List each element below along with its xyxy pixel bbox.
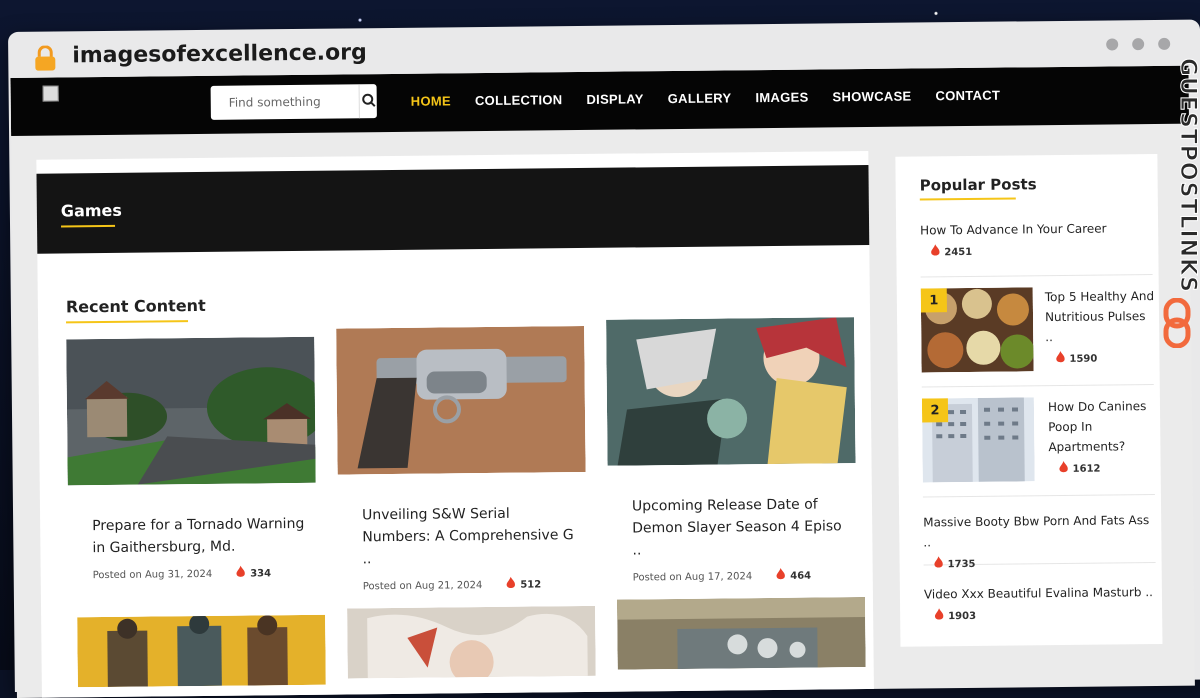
popular-post-item[interactable]: How To Advance In Your Career 2451: [920, 218, 1153, 278]
category-title: Games: [60, 200, 122, 221]
post-views: 464: [776, 567, 811, 584]
browser-window: imagesofexcellence.org HOME COLLECTION D…: [8, 19, 1200, 698]
page-viewport: HOME COLLECTION DISPLAY GALLERY IMAGES S…: [10, 65, 1195, 698]
fire-icon: [1059, 460, 1069, 477]
popular-post-views: 1903: [934, 606, 1156, 624]
category-header: Games: [36, 164, 870, 254]
main-content: Games Recent Content Prepare for a Torna…: [36, 150, 875, 698]
post-meta: Posted on Aug 17, 2024 464: [633, 567, 857, 585]
post-views: 334: [236, 565, 271, 581]
post-thumbnail[interactable]: [66, 336, 316, 486]
popular-post-item[interactable]: 1 Top 5 Healthy And Nutritious Pulses ..…: [920, 286, 1156, 388]
fire-icon: [934, 556, 944, 572]
window-controls: [1106, 37, 1171, 51]
window-dot[interactable]: [1158, 37, 1171, 50]
nav-contact[interactable]: CONTACT: [935, 88, 1000, 104]
fire-icon: [776, 567, 786, 584]
title-underline: [61, 224, 116, 228]
nav-showcase[interactable]: SHOWCASE: [832, 89, 911, 105]
post-views: 512: [506, 576, 541, 592]
popular-post-title[interactable]: Video Xxx Beautiful Evalina Masturb ..: [924, 582, 1156, 604]
rank-badge: 2: [921, 398, 949, 423]
popular-posts-widget: Popular Posts How To Advance In Your Car…: [895, 153, 1163, 647]
window-dot[interactable]: [1106, 38, 1119, 51]
nav-display[interactable]: DISPLAY: [586, 91, 643, 107]
popular-post-item[interactable]: Massive Booty Bbw Porn And Fats Ass .. 1…: [923, 510, 1156, 570]
post-date: Posted on Aug 17, 2024: [632, 570, 753, 583]
popular-post-thumbnail[interactable]: 2: [921, 397, 1035, 483]
nav-home[interactable]: HOME: [411, 93, 451, 108]
rank-badge: 1: [920, 288, 947, 313]
widget-title-underline: [919, 197, 1016, 201]
post-date: Posted on Aug 21, 2024: [362, 579, 483, 592]
site-logo[interactable]: [42, 85, 59, 102]
fire-icon: [934, 608, 944, 624]
post-meta: Posted on Aug 21, 2024 512: [363, 576, 587, 594]
post-thumbnail[interactable]: [616, 597, 866, 670]
search-icon: [361, 92, 375, 111]
nav-images[interactable]: IMAGES: [755, 90, 808, 106]
address-bar-url[interactable]: imagesofexcellence.org: [72, 40, 367, 68]
lock-icon: [34, 45, 56, 75]
main-nav: HOME COLLECTION DISPLAY GALLERY IMAGES S…: [411, 88, 1001, 109]
guestpostlinks-badge: GUESTPOSTLINKS: [1160, 58, 1200, 358]
nav-collection[interactable]: COLLECTION: [475, 92, 563, 108]
popular-post-title[interactable]: Top 5 Healthy And Nutritious Pulses ..: [1045, 286, 1156, 347]
popular-post-thumbnail[interactable]: 1: [920, 287, 1034, 373]
popular-post-views: 1735: [934, 554, 1156, 572]
post-date: Posted on Aug 31, 2024: [92, 568, 213, 581]
post-thumbnail[interactable]: [77, 614, 326, 688]
post-title[interactable]: Prepare for a Tornado Warning in Gaither…: [92, 513, 307, 559]
post-meta: Posted on Aug 31, 2024 334: [93, 565, 317, 583]
post-title[interactable]: Upcoming Release Date of Demon Slayer Se…: [632, 493, 848, 561]
popular-post-title[interactable]: Massive Booty Bbw Porn And Fats Ass ..: [923, 510, 1155, 552]
post-title[interactable]: Unveiling S&W Serial Numbers: A Comprehe…: [362, 502, 578, 570]
fire-icon: [506, 576, 516, 593]
window-dot[interactable]: [1132, 38, 1145, 51]
search-input[interactable]: [210, 94, 359, 110]
post-card[interactable]: Unveiling S&W Serial Numbers: A Comprehe…: [336, 325, 587, 595]
fire-icon: [930, 244, 940, 260]
search-button[interactable]: [358, 84, 377, 119]
section-title: Recent Content: [65, 295, 206, 317]
popular-post-views: 1612: [1059, 460, 1159, 477]
sidebar-widget: [914, 685, 1178, 698]
post-thumbnail[interactable]: [347, 605, 596, 679]
popular-post-title[interactable]: How Do Canines Poop In Apartments?: [1048, 396, 1159, 457]
popular-post-item[interactable]: Video Xxx Beautiful Evalina Masturb .. 1…: [924, 582, 1157, 636]
fire-icon: [1055, 350, 1065, 367]
nav-gallery[interactable]: GALLERY: [668, 90, 732, 106]
post-card[interactable]: Prepare for a Tornado Warning in Gaither…: [66, 336, 317, 584]
post-thumbnail[interactable]: [336, 325, 586, 475]
post-thumbnail[interactable]: [606, 317, 856, 466]
popular-post-views: 1590: [1055, 350, 1155, 367]
fire-icon: [236, 565, 246, 582]
search-box: [210, 84, 377, 120]
popular-post-title[interactable]: How To Advance In Your Career: [920, 218, 1152, 240]
site-navbar: HOME COLLECTION DISPLAY GALLERY IMAGES S…: [10, 65, 1192, 136]
popular-post-item[interactable]: 2 How Do Canines Poop In Apartments? 161…: [921, 396, 1155, 498]
link-icon: [1162, 297, 1192, 352]
widget-title: Popular Posts: [919, 175, 1037, 195]
post-card[interactable]: Upcoming Release Date of Demon Slayer Se…: [606, 317, 857, 586]
section-underline: [66, 320, 189, 324]
popular-post-views: 2451: [930, 242, 1152, 260]
